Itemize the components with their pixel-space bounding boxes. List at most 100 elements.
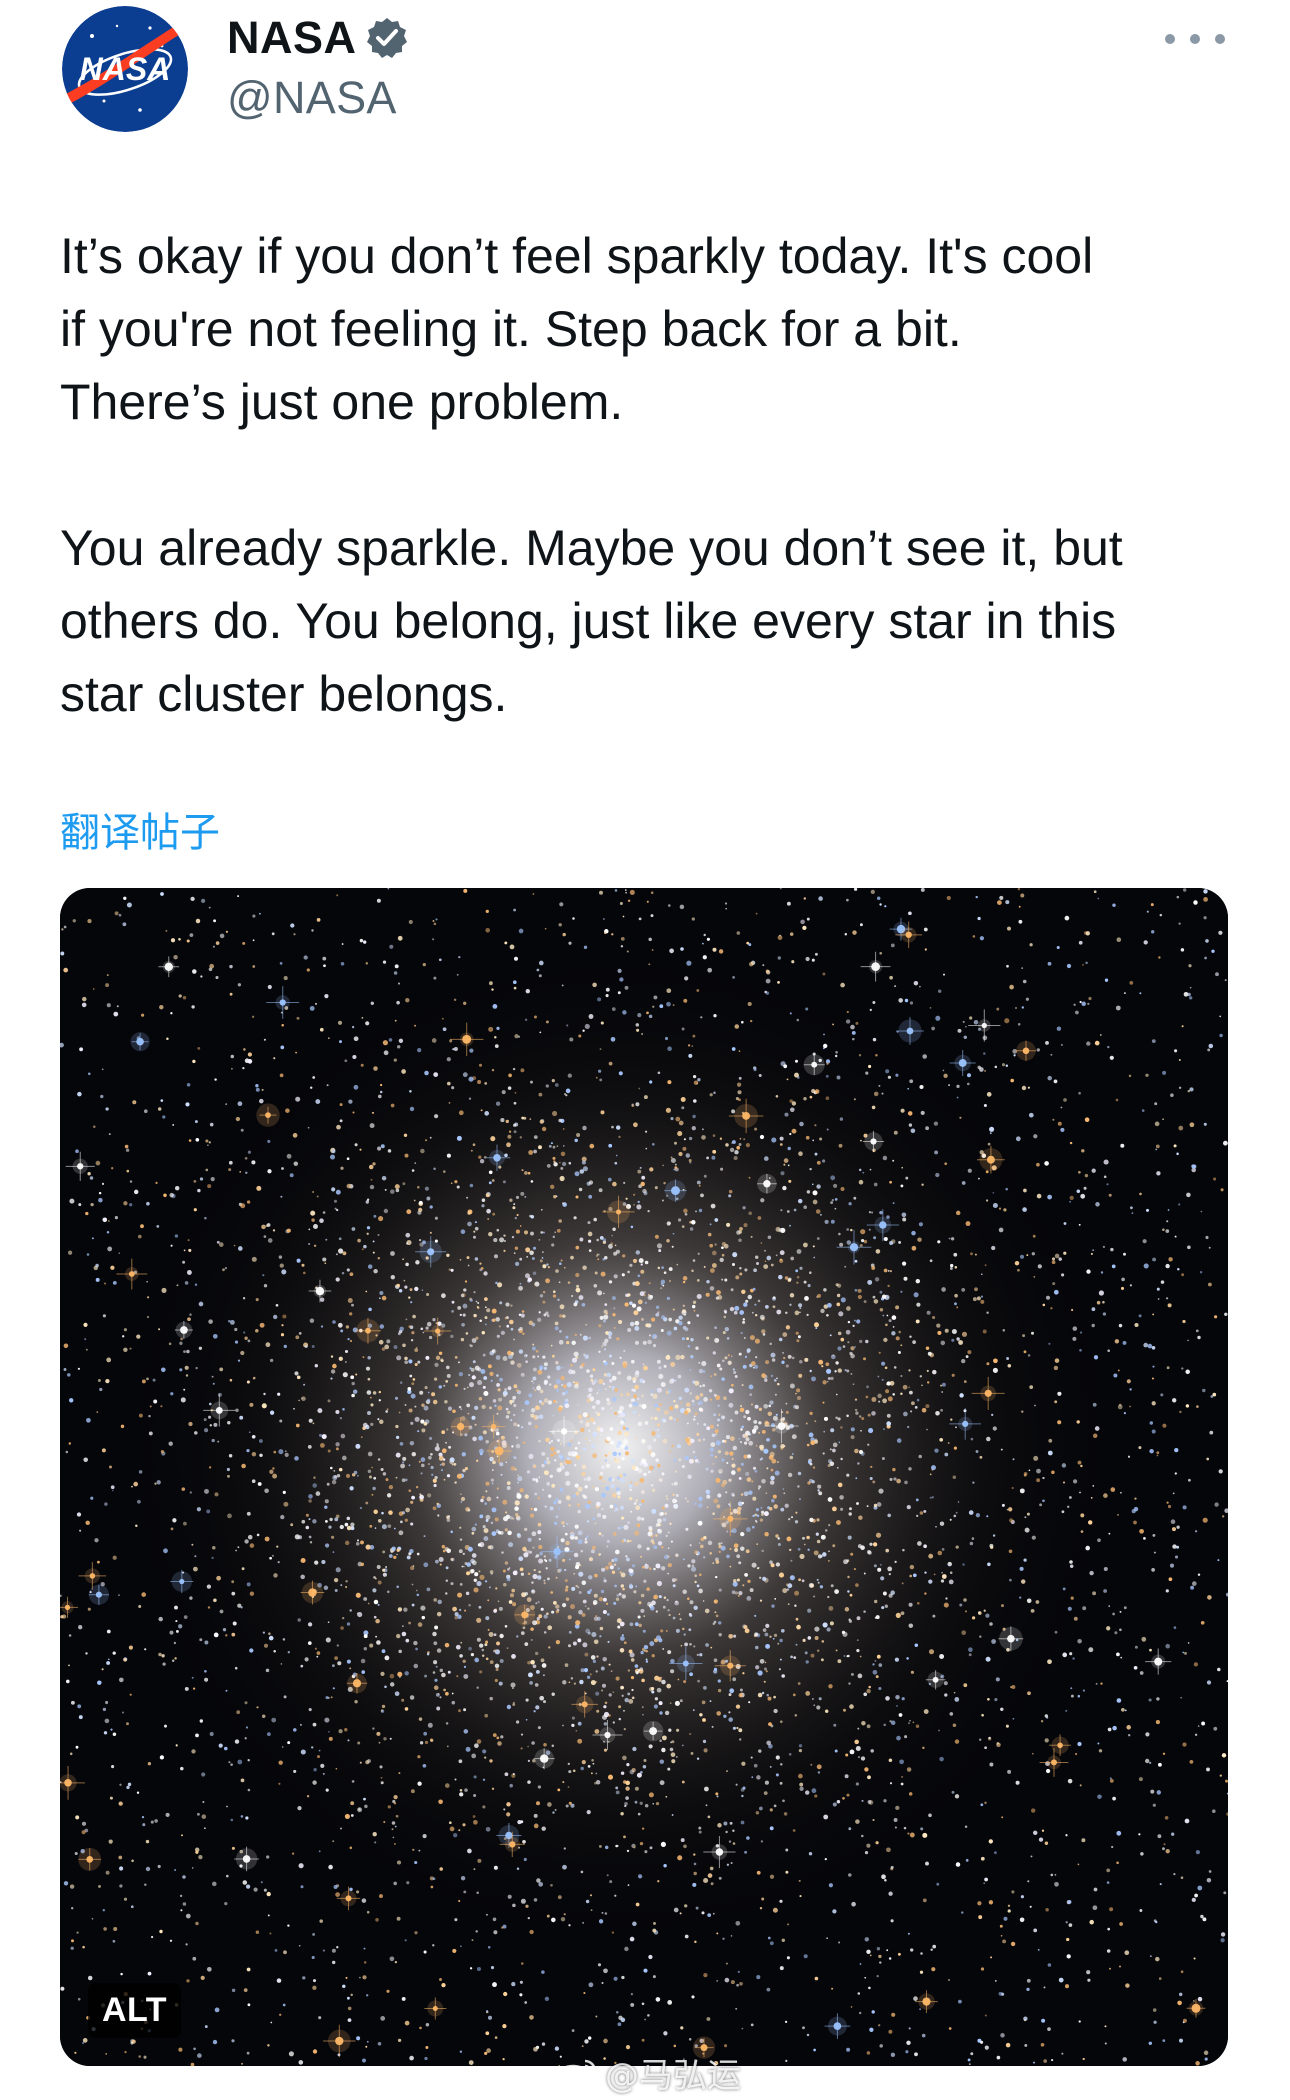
star: [108, 1133, 111, 1136]
star: [653, 1921, 656, 1925]
star: [272, 1229, 276, 1232]
author-display-name[interactable]: NASA: [227, 12, 357, 64]
star: [581, 1471, 586, 1477]
star: [1041, 2018, 1046, 2023]
star: [504, 1625, 508, 1628]
star: [1203, 916, 1207, 920]
star: [401, 1698, 405, 1702]
star: [686, 1337, 690, 1341]
star: [339, 1524, 344, 1530]
star: [119, 1783, 122, 1786]
star: [1082, 1689, 1085, 1692]
star: [506, 1577, 511, 1582]
nasa-avatar[interactable]: NASA: [62, 6, 188, 132]
star: [562, 1680, 567, 1685]
translate-post-link[interactable]: 翻译帖子: [60, 800, 220, 858]
star: [534, 1424, 539, 1429]
star: [754, 1469, 758, 1473]
star: [192, 1956, 197, 1961]
star: [908, 2027, 911, 2030]
star: [906, 2040, 911, 2046]
star: [1162, 1070, 1167, 1075]
star: [705, 1292, 710, 1297]
star: [114, 911, 119, 916]
star: [1124, 1950, 1130, 1956]
star: [1066, 1937, 1070, 1942]
star: [398, 1288, 403, 1293]
star: [816, 1518, 820, 1522]
star: [1021, 967, 1024, 969]
star: [298, 1944, 301, 1947]
star: [452, 1048, 455, 1051]
star: [63, 1343, 69, 1349]
star: [1079, 1784, 1082, 1787]
star: [539, 1365, 544, 1370]
star: [944, 1693, 948, 1697]
star: [336, 1946, 339, 1949]
star: [796, 1249, 802, 1254]
star: [869, 2027, 874, 2032]
star: [719, 1257, 724, 1263]
star: [1156, 1790, 1162, 1795]
star: [779, 1136, 784, 1141]
star: [1011, 1890, 1015, 1894]
star: [601, 1567, 606, 1572]
star: [652, 1333, 658, 1340]
star: [598, 1553, 601, 1556]
star: [585, 1503, 591, 1509]
star: [541, 1257, 544, 1259]
star: [1151, 1568, 1155, 1572]
star: [738, 1098, 741, 1102]
star: [1217, 1559, 1220, 1562]
star: [433, 922, 437, 926]
star: [584, 1540, 588, 1544]
star: [887, 1270, 890, 1272]
star: [319, 1218, 324, 1224]
star: [909, 1079, 914, 1084]
star: [396, 1633, 401, 1639]
star: [586, 1398, 591, 1403]
star: [1129, 1206, 1133, 1210]
star: [432, 920, 435, 922]
star: [835, 1283, 839, 1287]
star: [530, 1413, 535, 1418]
star: [548, 1441, 551, 1444]
star: [467, 1211, 471, 1215]
star: [590, 1655, 596, 1660]
star: [577, 1414, 583, 1420]
star: [355, 1541, 360, 1546]
star: [677, 1131, 683, 1137]
star: [714, 1611, 717, 1614]
star: [519, 1282, 522, 1285]
star: [641, 1394, 644, 1398]
star: [716, 1979, 719, 1982]
star: [754, 1404, 759, 1409]
star: [668, 1728, 672, 1732]
star: [866, 1688, 871, 1694]
star: [796, 1624, 801, 1630]
star: [311, 929, 314, 932]
star: [1047, 1963, 1052, 1967]
star: [992, 1534, 996, 1537]
star: [1182, 1505, 1187, 1510]
star: [716, 1932, 719, 1935]
star: [288, 2051, 294, 2057]
author-handle[interactable]: @NASA: [227, 72, 397, 124]
star: [583, 1495, 588, 1499]
star: [640, 1555, 643, 1558]
star: [1178, 1086, 1182, 1089]
star: [1114, 1339, 1120, 1344]
more-options-button[interactable]: [1165, 24, 1225, 54]
star: [744, 1441, 748, 1445]
star: [534, 1389, 537, 1392]
star: [667, 2000, 673, 2005]
star: [352, 1054, 357, 1060]
post-image[interactable]: ALT: [60, 888, 1228, 2066]
star: [631, 1696, 635, 1700]
star: [694, 1502, 697, 1505]
star: [601, 1508, 604, 1511]
star: [81, 1830, 86, 1835]
star: [485, 1514, 491, 1520]
star: [538, 1145, 542, 1150]
star: [654, 1336, 657, 1339]
